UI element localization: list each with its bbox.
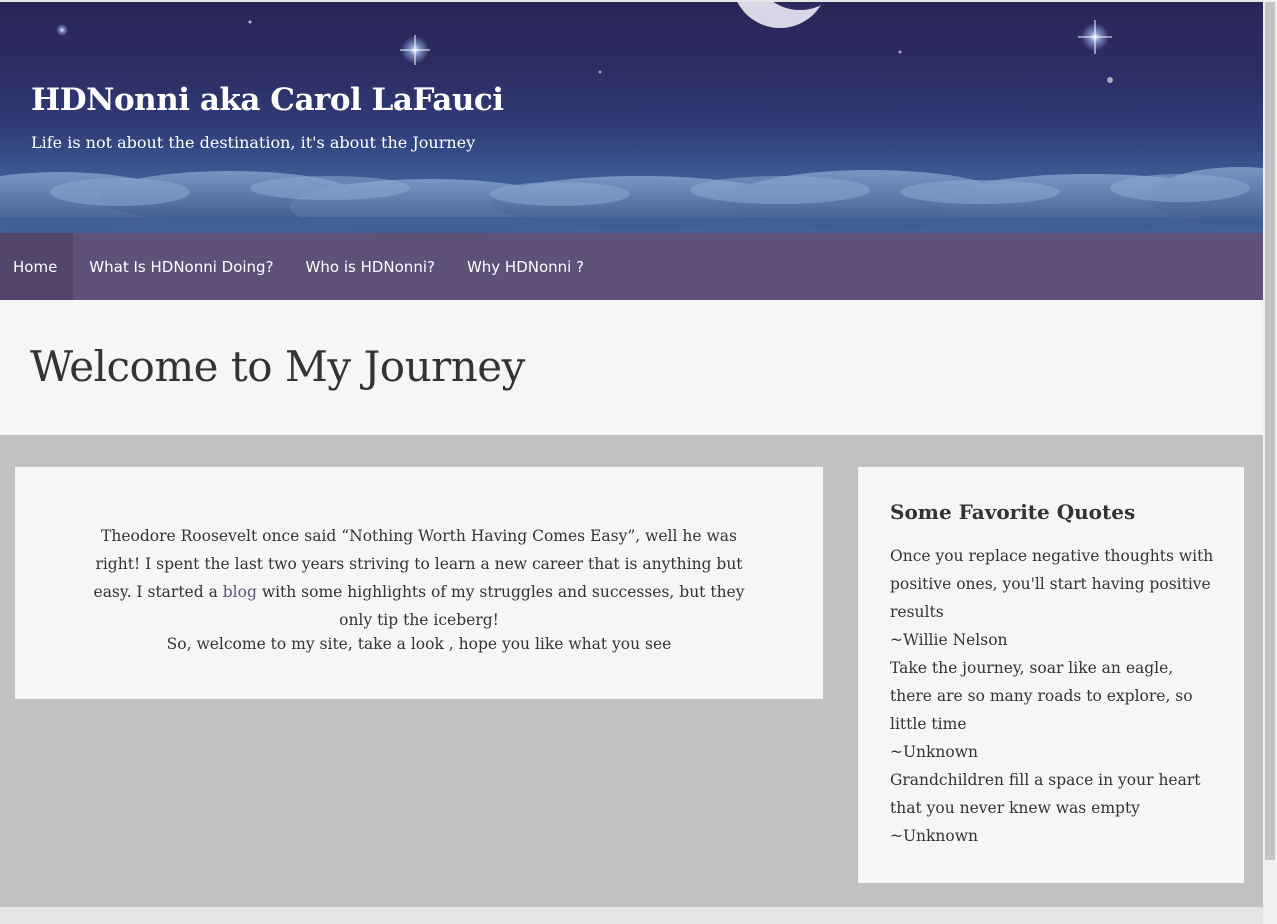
nav-item-why-hdnonni[interactable]: Why HDNonni ? xyxy=(451,233,600,300)
site-header: HDNonni aka Carol LaFauci Life is not ab… xyxy=(0,2,1263,233)
quote-text: Take the journey, soar like an eagle, th… xyxy=(890,659,1193,733)
nav-item-home[interactable]: Home xyxy=(0,233,74,300)
main-content-card: Theodore Roosevelt once said “Nothing Wo… xyxy=(15,467,823,699)
intro-paragraph: Theodore Roosevelt once said “Nothing Wo… xyxy=(77,522,761,634)
vertical-scrollbar[interactable] xyxy=(1263,0,1277,924)
blog-link[interactable]: blog xyxy=(223,583,257,601)
page: HDNonni aka Carol LaFauci Life is not ab… xyxy=(0,0,1263,924)
quotes-widget-title: Some Favorite Quotes xyxy=(890,500,1136,524)
nav-item-what-is-hdnonni-doing[interactable]: What Is HDNonni Doing? xyxy=(73,233,289,300)
site-tagline: Life is not about the destination, it's … xyxy=(31,133,476,152)
main-nav: Home What Is HDNonni Doing? Who is HDNon… xyxy=(0,233,1263,300)
quote-text: Grandchildren fill a space in your heart… xyxy=(890,771,1201,817)
quotes-list: Once you replace negative thoughts with … xyxy=(890,542,1215,850)
welcome-paragraph: So, welcome to my site, take a look , ho… xyxy=(166,635,672,653)
quote-author: ~Willie Nelson xyxy=(890,631,1008,649)
quote-author: ~Unknown xyxy=(890,743,978,761)
quote-text: Once you replace negative thoughts with … xyxy=(890,547,1214,621)
page-title: Welcome to My Journey xyxy=(30,342,525,391)
nav-item-who-is-hdnonni[interactable]: Who is HDNonni? xyxy=(290,233,451,300)
scrollbar-thumb[interactable] xyxy=(1265,2,1275,860)
site-title[interactable]: HDNonni aka Carol LaFauci xyxy=(31,82,504,118)
footer-strip xyxy=(0,907,1263,924)
quote-author: ~Unknown xyxy=(890,827,978,845)
intro-text-after-link: with some highlights of my struggles and… xyxy=(256,583,745,629)
quotes-widget: Some Favorite Quotes Once you replace ne… xyxy=(858,467,1244,883)
